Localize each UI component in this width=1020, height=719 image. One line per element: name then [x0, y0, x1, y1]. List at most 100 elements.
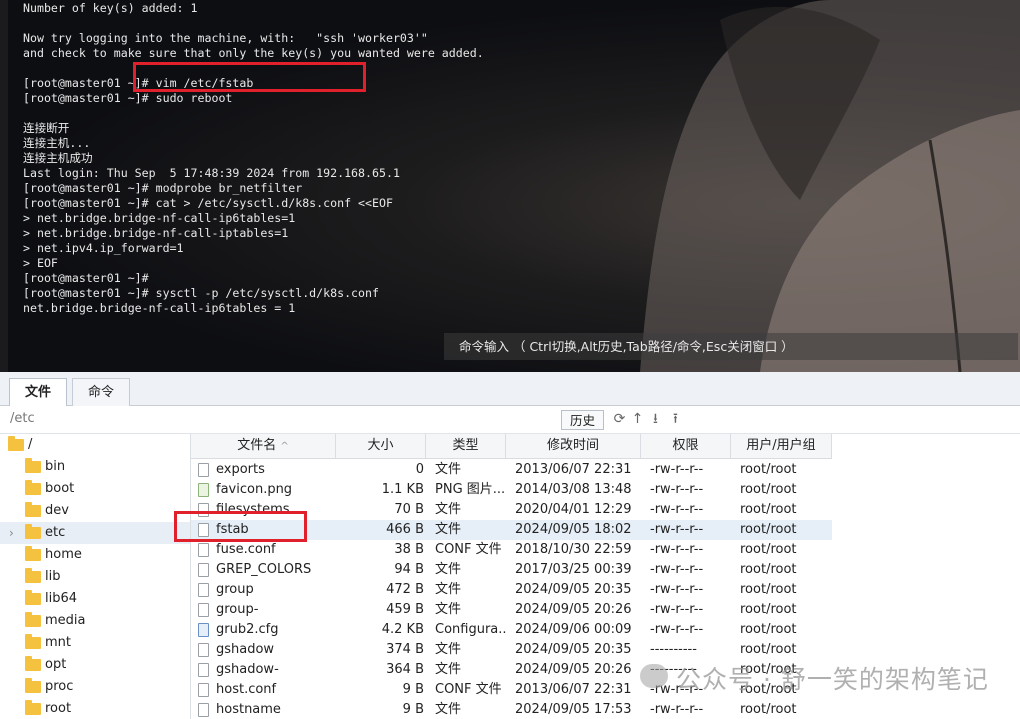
tree-item-label: lib64: [45, 591, 78, 606]
cell-size: 38 B: [394, 542, 424, 557]
expand-caret-icon[interactable]: ›: [9, 522, 14, 544]
file-icon: [198, 663, 209, 677]
table-row[interactable]: GREP_COLORS 94 B 文件 2017/03/25 00:39 -rw-r--…: [191, 560, 832, 580]
history-button[interactable]: 历史: [561, 410, 604, 430]
sort-asc-icon: ^: [280, 441, 289, 452]
tab-command[interactable]: 命令: [72, 378, 130, 406]
cell-mtime: 2013/06/07 22:31: [515, 682, 632, 697]
column-header-size[interactable]: 大小: [336, 434, 426, 458]
tree-item-proc[interactable]: proc: [0, 676, 190, 698]
table-row[interactable]: fuse.conf 38 B CONF 文件 2018/10/30 22:59 -rw-…: [191, 540, 832, 560]
terminal-line: > EOF: [23, 256, 58, 270]
folder-icon: [25, 524, 41, 539]
cell-perm: -rw-r--r--: [650, 602, 704, 617]
cell-perm: -rw-r--r--: [650, 622, 704, 637]
table-row[interactable]: group 472 B 文件 2024/09/05 20:35 -rw-r--r-- ro…: [191, 580, 832, 600]
cell-type: 文件: [435, 662, 462, 677]
folder-icon: [25, 612, 41, 627]
cell-type: 文件: [435, 642, 462, 657]
tree-item-root[interactable]: /: [0, 434, 190, 456]
table-row[interactable]: exports 0 文件 2013/06/07 22:31 -rw-r--r-- root…: [191, 460, 832, 480]
folder-icon: [25, 546, 41, 561]
tree-item-bin[interactable]: bin: [0, 456, 190, 478]
path-input[interactable]: /etc: [10, 411, 35, 426]
cell-perm: -rw-r--r--: [650, 542, 704, 557]
cell-owner: root/root: [740, 462, 797, 477]
column-header-permissions[interactable]: 权限: [641, 434, 731, 458]
cell-name: GREP_COLORS: [216, 562, 312, 577]
tree-item-lib64[interactable]: lib64: [0, 588, 190, 610]
tree-item-label: media: [45, 613, 86, 628]
cell-perm: -rw-r--r--: [650, 462, 704, 477]
download-icon[interactable]: ⭳: [648, 412, 663, 427]
cell-name: fuse.conf: [216, 542, 276, 557]
cell-mtime: 2024/09/05 17:53: [515, 702, 632, 717]
image-file-icon: [198, 483, 209, 497]
cell-type: CONF 文件: [435, 682, 502, 697]
terminal-line: 连接断开: [23, 121, 70, 135]
tree-item-lib[interactable]: lib: [0, 566, 190, 588]
file-icon: [198, 683, 209, 697]
table-row[interactable]: favicon.png 1.1 KB PNG 图片... 2014/03/08 13:…: [191, 480, 832, 500]
cell-name: hostname: [216, 702, 281, 717]
tree-item-opt[interactable]: opt: [0, 654, 190, 676]
terminal-line: > net.bridge.bridge-nf-call-iptables=1: [23, 226, 289, 240]
tree-item-mnt[interactable]: mnt: [0, 632, 190, 654]
tree-item-boot[interactable]: boot: [0, 478, 190, 500]
cell-name: gshadow-: [216, 662, 279, 677]
column-header-mtime[interactable]: 修改时间: [506, 434, 641, 458]
tree-item-home[interactable]: home: [0, 544, 190, 566]
cell-type: 文件: [435, 602, 462, 617]
cell-owner: root/root: [740, 702, 797, 717]
path-bar: /etc 历史 ⟳ ↑ ⭳ ⭱: [0, 406, 1020, 434]
terminal-line: [root@master01 ~]# cat > /etc/sysctl.d/k…: [23, 196, 393, 210]
terminal-scrollbar[interactable]: [0, 0, 8, 372]
tab-files[interactable]: 文件: [9, 378, 67, 406]
refresh-icon[interactable]: ⟳: [612, 412, 627, 427]
tree-item-media[interactable]: media: [0, 610, 190, 632]
cell-name: favicon.png: [216, 482, 293, 497]
cell-mtime: 2024/09/05 20:26: [515, 662, 632, 677]
table-row[interactable]: hostname 9 B 文件 2024/09/05 17:53 -rw-r--r-- r…: [191, 700, 832, 719]
cell-type: 文件: [435, 582, 462, 597]
cell-mtime: 2024/09/05 20:35: [515, 642, 632, 657]
cell-size: 374 B: [386, 642, 424, 657]
cell-type: Configura...: [435, 622, 507, 637]
terminal-line: > net.bridge.bridge-nf-call-ip6tables=1: [23, 211, 296, 225]
folder-icon: [25, 656, 41, 671]
highlight-box-fstab: [174, 511, 307, 542]
tree-item-label: etc: [45, 525, 66, 540]
column-header-owner[interactable]: 用户/用户组: [731, 434, 832, 458]
tree-item-dev[interactable]: dev: [0, 500, 190, 522]
terminal-panel[interactable]: Number of key(s) added: 1 Now try logging…: [0, 0, 1020, 372]
cell-perm: -rw-r--r--: [650, 482, 704, 497]
tree-item-label: dev: [45, 503, 69, 518]
cell-type: 文件: [435, 562, 462, 577]
cell-name: grub2.cfg: [216, 622, 279, 637]
terminal-line: [root@master01 ~]# modprobe br_netfilter: [23, 181, 303, 195]
cell-name: group: [216, 582, 254, 597]
column-header-name[interactable]: 文件名 ^: [191, 434, 336, 458]
command-input-hint[interactable]: 命令输入 （ Ctrl切换,Alt历史,Tab路径/命令,Esc关闭窗口 ）: [444, 333, 1018, 360]
table-row[interactable]: group- 459 B 文件 2024/09/05 20:26 -rw-r--r-- r…: [191, 600, 832, 620]
cell-type: CONF 文件: [435, 542, 502, 557]
tree-item-label: mnt: [45, 635, 71, 650]
cell-mtime: 2018/10/30 22:59: [515, 542, 632, 557]
upload-icon[interactable]: ⭱: [668, 412, 683, 427]
column-header-type[interactable]: 类型: [426, 434, 506, 458]
folder-icon: [25, 480, 41, 495]
file-icon: [198, 603, 209, 617]
terminal-line: and check to make sure that only the key…: [23, 46, 484, 60]
up-directory-icon[interactable]: ↑: [630, 412, 645, 427]
cell-owner: root/root: [740, 582, 797, 597]
table-row[interactable]: gshadow 374 B 文件 2024/09/05 20:35 ----------…: [191, 640, 832, 660]
cell-mtime: 2024/09/05 20:35: [515, 582, 632, 597]
cell-mtime: 2014/03/08 13:48: [515, 482, 632, 497]
tree-item-root[interactable]: root: [0, 698, 190, 719]
wechat-icon: [640, 664, 668, 688]
cell-size: 9 B: [402, 682, 424, 697]
tree-item-etc[interactable]: › etc: [0, 522, 190, 544]
table-row[interactable]: grub2.cfg 4.2 KB Configura... 2024/09/06 00…: [191, 620, 832, 640]
directory-tree: / bin boot dev › etc home lib lib64 media mnt opt p…: [0, 434, 190, 719]
